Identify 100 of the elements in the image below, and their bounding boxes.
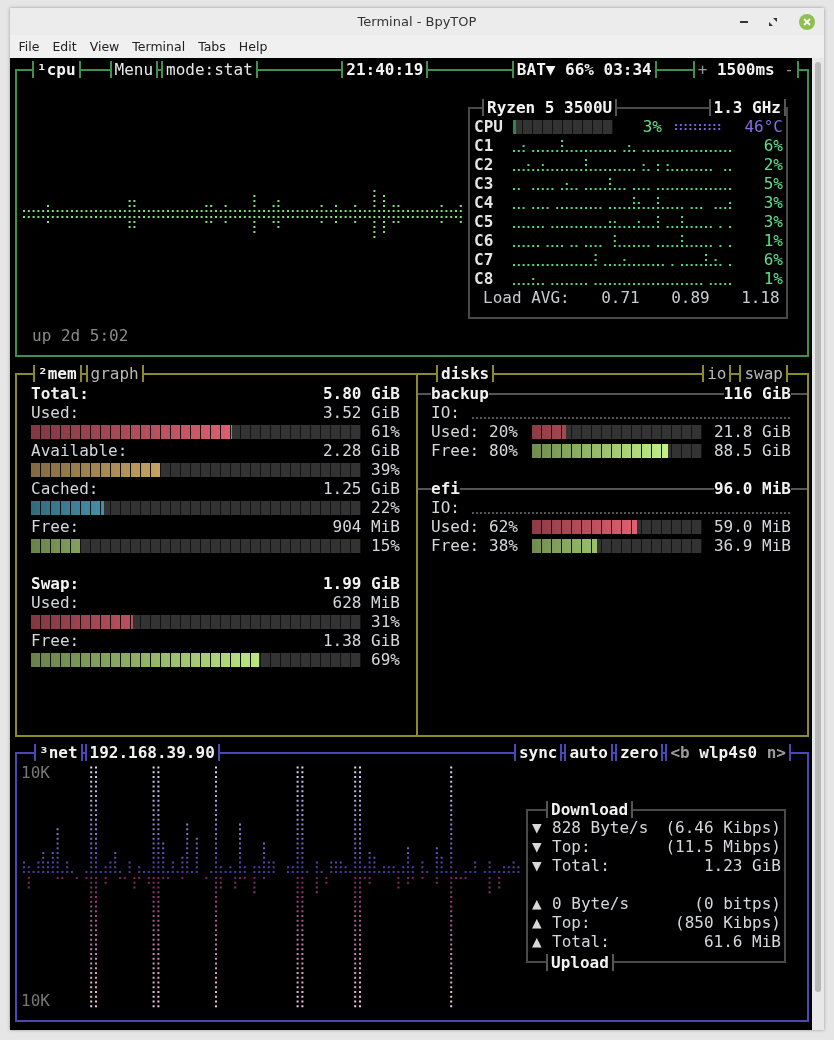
stat-label: 0 Byte/s	[552, 894, 630, 913]
load-value: 0.71	[600, 288, 640, 307]
disk-percent: 20%	[489, 422, 519, 441]
stat-label: 828 Byte/s	[552, 818, 649, 837]
memory-value: 1.99 GiB	[322, 574, 400, 593]
update-interval: 1500ms	[716, 61, 775, 78]
core-label: C8	[474, 269, 495, 288]
header-tab[interactable]: Menu	[109, 61, 159, 78]
direction-arrow: ▲	[532, 932, 543, 951]
memory-percent: 61%	[370, 422, 400, 441]
memory-label: Available:	[31, 441, 128, 460]
memory-percent: 31%	[370, 612, 400, 631]
memory-label: Cached:	[31, 479, 99, 498]
previous-interface-key[interactable]: <b	[670, 744, 690, 761]
core-percent: 1%	[762, 231, 783, 250]
core-percent: 3%	[762, 193, 783, 212]
stat-value: 1.23 GiB	[702, 856, 781, 875]
direction-arrow: ▼	[532, 818, 543, 837]
core-label: C1	[474, 136, 495, 155]
header-tab[interactable]: io	[702, 365, 732, 382]
core-label: C3	[474, 174, 495, 193]
core-percent: 1%	[762, 269, 783, 288]
header-tab[interactable]: disks	[436, 365, 495, 382]
stat-value: (850 Kibps)	[674, 913, 781, 932]
interface-name: wlp4s0	[699, 744, 758, 761]
header-tab[interactable]: graph	[85, 365, 144, 382]
memory-value: 2.28 GiB	[322, 441, 400, 460]
load-value: 1.18	[740, 288, 780, 307]
panel-title: Download	[546, 801, 634, 818]
disk-name: backup	[431, 384, 489, 403]
core-label: C4	[474, 193, 495, 212]
menu-item[interactable]: Terminal	[125, 37, 192, 56]
memory-label: Free:	[31, 517, 80, 536]
disk-value: 21.8 GiB	[712, 422, 791, 441]
window-title: Terminal - BpyTOP	[357, 14, 477, 29]
memory-label: Free:	[31, 631, 80, 650]
next-interface-key[interactable]: n>	[766, 744, 786, 761]
core-percent: 5%	[762, 174, 783, 193]
core-label: C6	[474, 231, 495, 250]
header-tab[interactable]: swap	[739, 365, 788, 382]
cpu-frequency: 1.3 GHz	[708, 99, 786, 116]
stat-value: (0 bitps)	[693, 894, 781, 913]
close-icon	[798, 13, 816, 31]
core-label: C7	[474, 250, 495, 269]
uptime: up 2d 5:02	[32, 326, 129, 345]
disk-percent: 80%	[489, 441, 519, 460]
temperature-graph	[675, 123, 721, 130]
memory-value: 5.80 GiB	[322, 384, 400, 403]
disk-size: 116 GiB	[723, 384, 791, 403]
disk-size: 96.0 MiB	[713, 479, 791, 498]
disk-value: 88.5 GiB	[712, 441, 791, 460]
direction-arrow: ▼	[532, 856, 543, 875]
stat-value: (11.5 Mibps)	[664, 837, 781, 856]
menu-item[interactable]: Edit	[45, 37, 84, 56]
decrease-button[interactable]: -	[784, 61, 794, 78]
stat-value: (6.46 Kibps)	[664, 818, 781, 837]
load-value: 0.89	[670, 288, 710, 307]
memory-label: Swap:	[31, 574, 80, 593]
header-tab[interactable]: zero	[614, 744, 664, 761]
core-label: C2	[474, 155, 495, 174]
disk-name: efi	[431, 479, 460, 498]
header-tab[interactable]: sync	[513, 744, 563, 761]
memory-value: 1.38 GiB	[322, 631, 400, 650]
stat-label: Top:	[552, 913, 591, 932]
core-percent: 6%	[762, 250, 783, 269]
direction-arrow: ▲	[532, 913, 543, 932]
core-label: CPU	[474, 117, 504, 136]
disk-value: 59.0 MiB	[712, 517, 791, 536]
maximize-button[interactable]	[766, 15, 780, 29]
core-label: C5	[474, 212, 495, 231]
cpu-model: Ryzen 5 3500U	[482, 99, 618, 116]
memory-label: Used:	[31, 403, 80, 422]
io-label: IO:	[431, 498, 460, 517]
close-button[interactable]	[796, 11, 818, 33]
menu-item[interactable]: Tabs	[191, 37, 233, 56]
load-label: Load AVG:	[483, 288, 570, 307]
core-percent: 2%	[762, 155, 783, 174]
disk-label: Used:	[431, 422, 481, 441]
scrollbar-thumb[interactable]	[815, 62, 821, 992]
disk-label: Used:	[431, 517, 481, 536]
menu-item[interactable]: File	[12, 37, 46, 56]
stat-label: Total:	[552, 856, 610, 875]
header-tab[interactable]: mode:stat	[161, 61, 258, 78]
clock: 21:40:19	[341, 61, 429, 78]
menu-item[interactable]: View	[83, 37, 126, 56]
memory-label: Total:	[31, 384, 89, 403]
cpu-temperature: 46°C	[743, 117, 783, 136]
memory-value: 628 MiB	[332, 593, 400, 612]
header-tab[interactable]: auto	[564, 744, 613, 761]
maximize-icon	[768, 17, 778, 27]
minimize-icon	[740, 21, 748, 23]
memory-value: 1.25 GiB	[322, 479, 400, 498]
disk-percent: 62%	[489, 517, 519, 536]
disk-percent: 38%	[489, 536, 519, 555]
core-percent: 3%	[762, 212, 783, 231]
increase-button[interactable]: +	[697, 61, 708, 78]
menu-item[interactable]: Help	[232, 37, 274, 56]
scrollbar[interactable]	[812, 58, 824, 1030]
cpu-percent: 3%	[641, 117, 662, 136]
memory-percent: 39%	[370, 460, 400, 479]
